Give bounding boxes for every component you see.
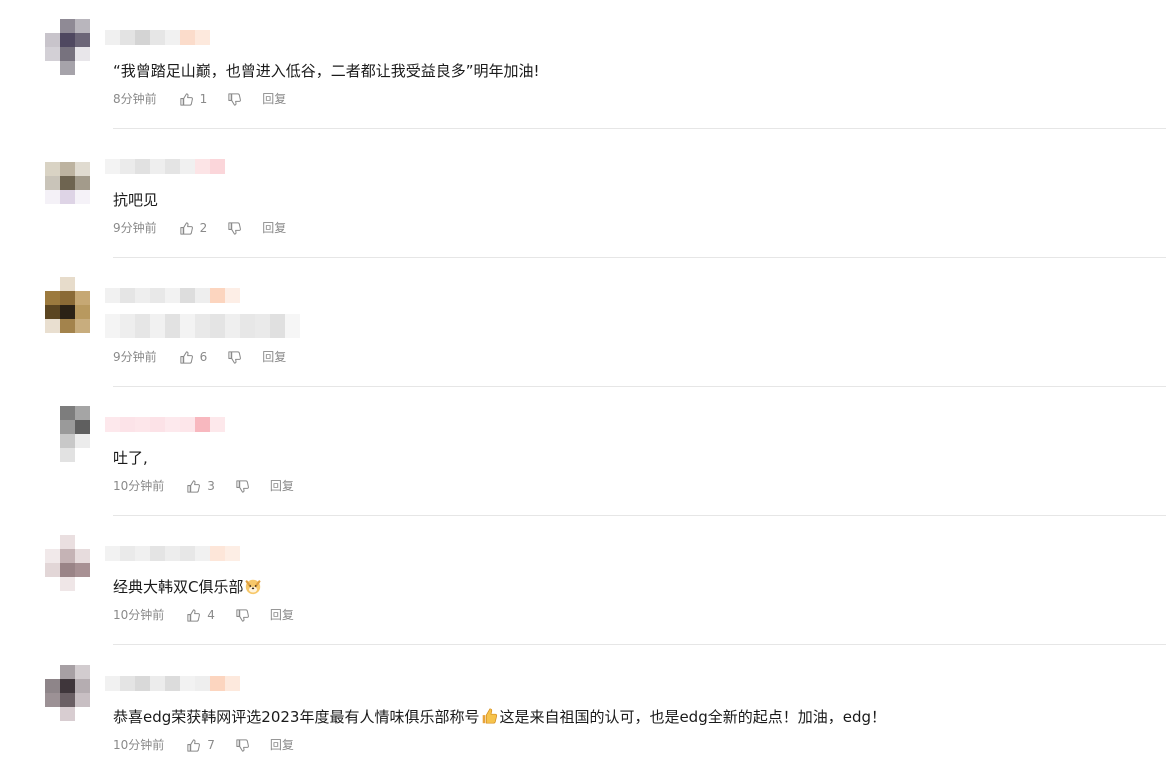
comment-text: 抗吧见 (113, 191, 159, 209)
avatar[interactable] (45, 148, 90, 204)
username-blurred[interactable] (105, 288, 240, 303)
like-count: 7 (207, 738, 215, 752)
comment-text: 吐了, (113, 449, 148, 467)
thumbs-down-outline-icon (228, 92, 242, 106)
thumbs-down-outline-icon (236, 738, 249, 752)
comment-meta: 9分钟前 2 回复 (113, 220, 286, 236)
username-blurred[interactable] (105, 676, 240, 691)
thumbs-up-outline-icon (187, 738, 201, 752)
comment-text-after: 这是来自祖国的认可，也是edg全新的起点！加油，edg！ (499, 708, 886, 726)
comment-item: 吐了, 10分钟前 3 回复 (0, 387, 1166, 516)
comment-text: “我曾踏足山巅，也曾进入低谷，二者都让我受益良多”明年加油! (113, 62, 540, 80)
comment-time: 10分钟前 (113, 738, 165, 752)
dislike-button[interactable] (227, 350, 242, 365)
like-button[interactable]: 2 (179, 220, 228, 236)
reply-button[interactable]: 回复 (262, 220, 286, 236)
comment-meta: 10分钟前 4 回复 (113, 607, 294, 623)
username-blurred[interactable] (105, 30, 210, 45)
comment-meta: 9分钟前 6 回复 (113, 349, 286, 365)
like-count: 4 (207, 608, 215, 622)
avatar[interactable] (45, 277, 90, 333)
like-count: 3 (207, 479, 215, 493)
reply-button[interactable]: 回复 (262, 91, 286, 107)
like-count: 1 (199, 92, 208, 106)
comment-time: 10分钟前 (113, 479, 165, 493)
comment-item: 恭喜edg荣获韩网评选2023年度最有人情味俱乐部称号 这是来自祖国的认可，也是e… (0, 646, 1166, 775)
dislike-button[interactable] (235, 479, 250, 494)
avatar[interactable] (45, 535, 90, 591)
divider (113, 644, 1166, 645)
comment-text: 恭喜edg荣获韩网评选2023年度最有人情味俱乐部称号 这是来自祖国的认可，也是e… (113, 707, 886, 727)
thumbs-down-outline-icon (236, 479, 249, 493)
like-button[interactable]: 1 (179, 91, 228, 107)
like-button[interactable]: 7 (186, 737, 235, 753)
like-button[interactable]: 3 (186, 478, 235, 494)
comment-text-body: 经典大韩双C俱乐部 (113, 578, 244, 596)
comment-text: 经典大韩双C俱乐部 (113, 577, 263, 597)
thumbs-down-outline-icon (228, 221, 242, 235)
comment-item: “我曾踏足山巅，也曾进入低谷，二者都让我受益良多”明年加油! 8分钟前 1 回复 (0, 0, 1166, 129)
like-button[interactable]: 6 (179, 349, 228, 365)
dislike-button[interactable] (227, 92, 242, 107)
comment-item: 9分钟前 6 回复 (0, 258, 1166, 387)
thumbs-up-outline-icon (180, 350, 193, 364)
reply-button[interactable]: 回复 (262, 349, 286, 365)
comment-time: 9分钟前 (113, 350, 157, 364)
avatar[interactable] (45, 406, 90, 462)
thumbs-up-outline-icon (180, 92, 193, 106)
comment-time: 9分钟前 (113, 221, 157, 235)
reply-button[interactable]: 回复 (270, 478, 294, 494)
reply-button[interactable]: 回复 (270, 607, 294, 623)
reply-button[interactable]: 回复 (270, 737, 294, 753)
comment-meta: 10分钟前 3 回复 (113, 478, 294, 494)
comment-meta: 8分钟前 1 回复 (113, 91, 286, 107)
thumbs-up-outline-icon (187, 479, 201, 493)
username-blurred[interactable] (105, 159, 225, 174)
comment-meta: 10分钟前 7 回复 (113, 737, 294, 753)
avatar[interactable] (45, 19, 90, 75)
comment-item: 抗吧见 9分钟前 2 回复 (0, 129, 1166, 258)
dog-face-emoji (246, 579, 261, 595)
like-button[interactable]: 4 (186, 607, 235, 623)
comment-item: 经典大韩双C俱乐部 10分钟前 4 回复 (0, 516, 1166, 645)
avatar[interactable] (45, 665, 90, 721)
like-count: 2 (199, 221, 208, 235)
comment-time: 10分钟前 (113, 608, 165, 622)
thumbs-up-emoji (483, 708, 498, 724)
thumbs-up-outline-icon (187, 608, 201, 622)
like-count: 6 (199, 350, 208, 364)
thumbs-down-outline-icon (228, 350, 242, 364)
comment-text-before: 恭喜edg荣获韩网评选2023年度最有人情味俱乐部称号 (113, 708, 480, 726)
dislike-button[interactable] (235, 738, 250, 753)
username-blurred[interactable] (105, 546, 240, 561)
dislike-button[interactable] (227, 221, 242, 236)
dislike-button[interactable] (235, 608, 250, 623)
comment-time: 8分钟前 (113, 92, 157, 106)
thumbs-down-outline-icon (236, 608, 249, 622)
username-blurred[interactable] (105, 417, 225, 432)
comment-content-blurred (105, 314, 300, 338)
thumbs-up-outline-icon (180, 221, 193, 235)
